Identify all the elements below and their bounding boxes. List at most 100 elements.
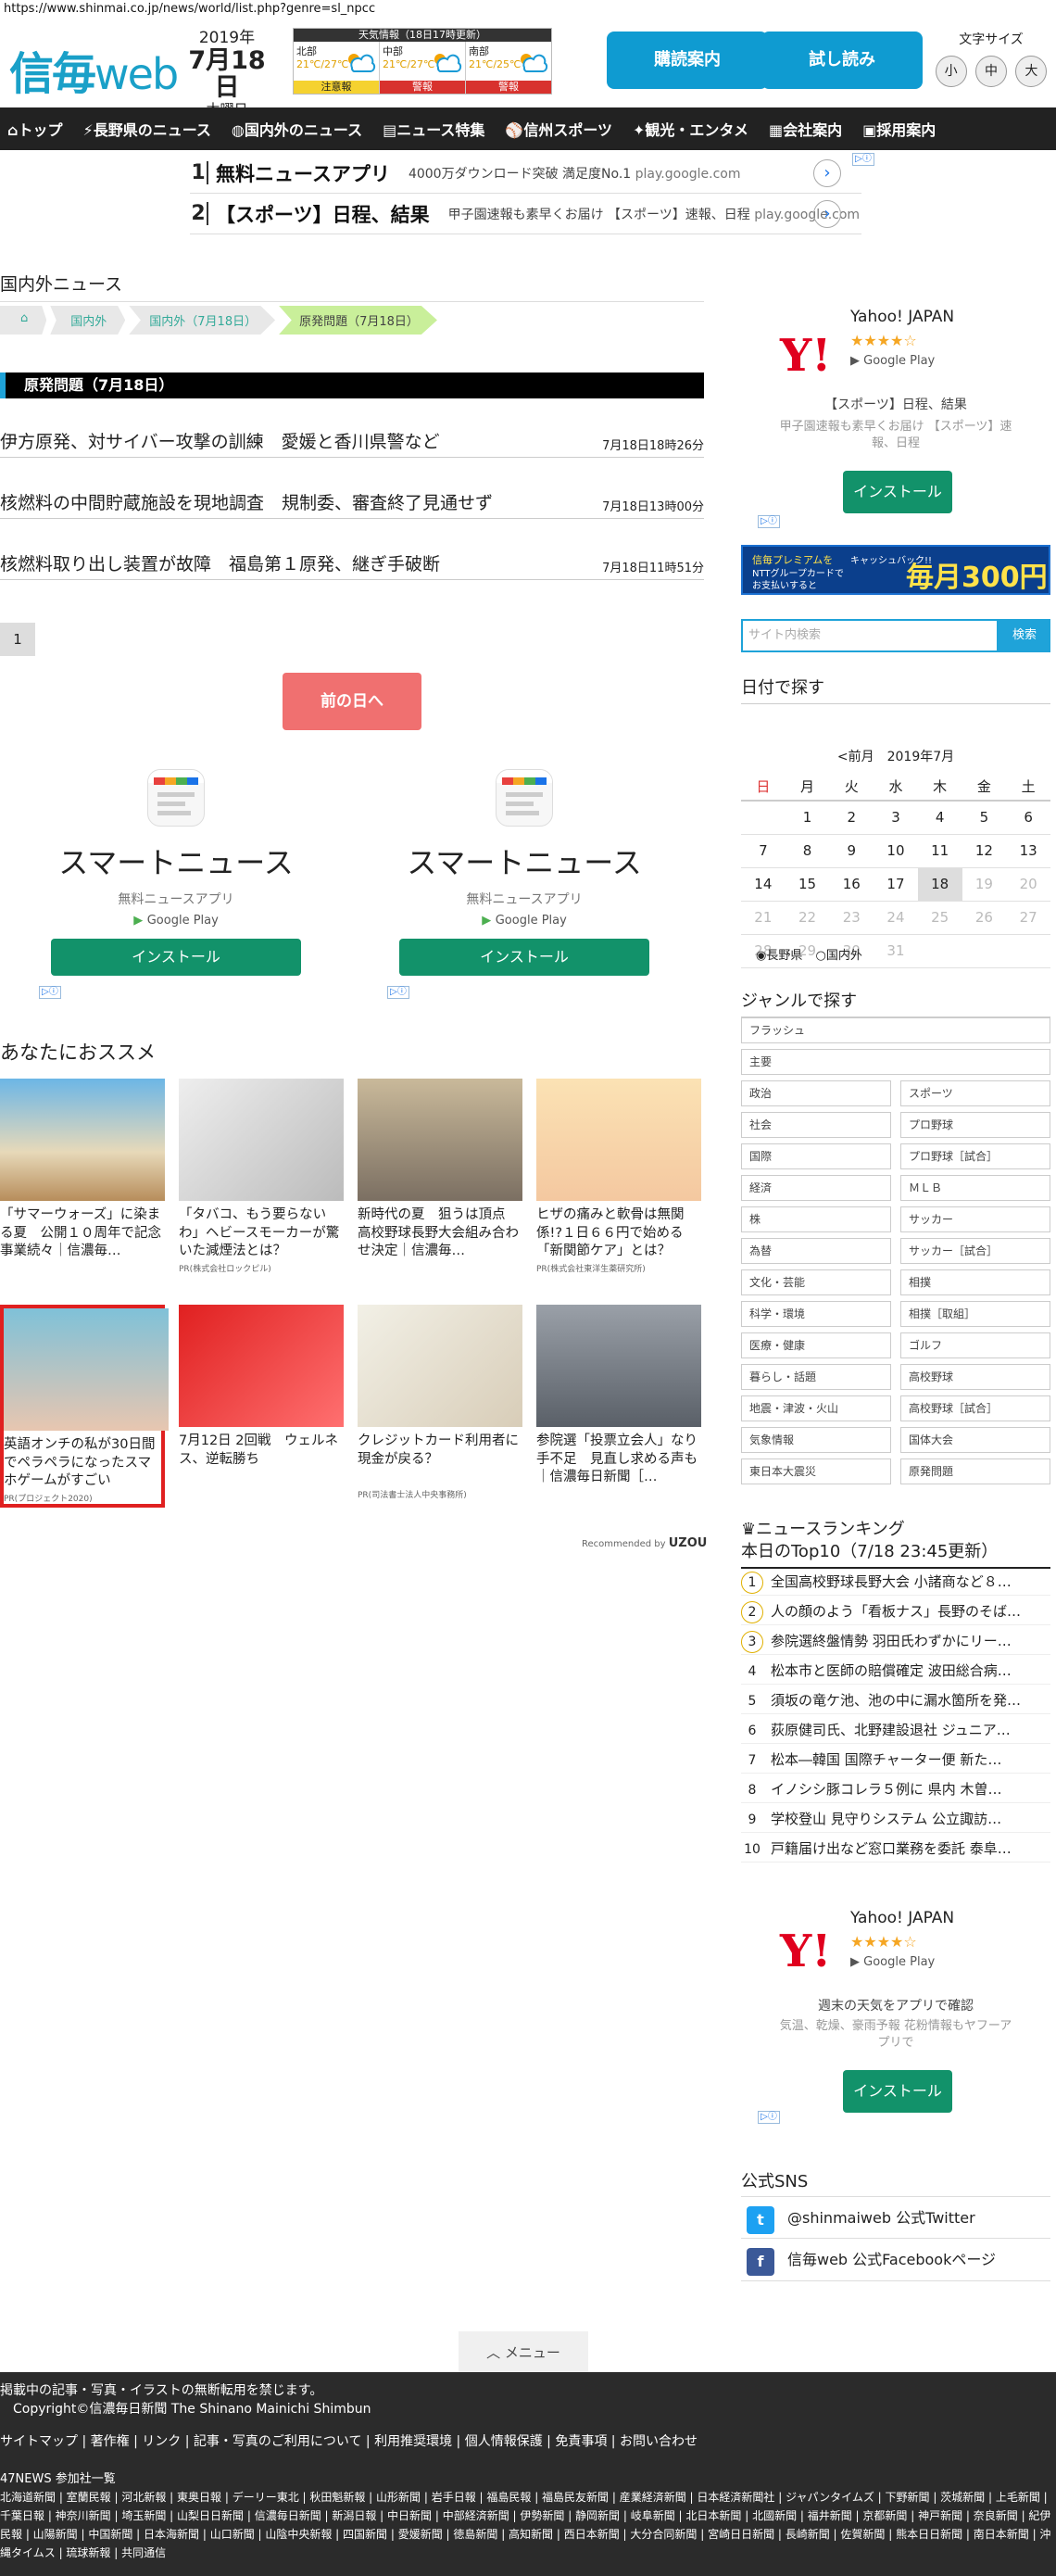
genre-item[interactable]: 高校野球 xyxy=(900,1364,1050,1390)
genre-item[interactable]: サッカー xyxy=(900,1206,1050,1232)
news-headline[interactable]: 核燃料の中間貯蔵施設を現地調査 規制委、審査終了見通せず xyxy=(0,489,493,514)
footer-link[interactable]: 著作権 xyxy=(91,2434,130,2449)
footer-link[interactable]: 免責事項 xyxy=(555,2434,607,2449)
calendar-day[interactable]: 10 xyxy=(874,834,918,868)
footer-link[interactable]: お問い合わせ xyxy=(620,2434,698,2449)
radio-world[interactable]: ○国内外 xyxy=(816,949,862,963)
genre-item[interactable]: 東日本大震災 xyxy=(741,1458,891,1484)
news-headline[interactable]: 核燃料取り出し装置が故障 福島第１原発、継ぎ手破断 xyxy=(0,550,440,575)
recommend-text[interactable]: 英語オンチの私が30日間でペラペラになったスマホゲームがすごい xyxy=(4,1436,161,1490)
adchoices-icon[interactable]: ▷ⓘ xyxy=(758,515,780,528)
genre-item[interactable]: 相撲 xyxy=(900,1269,1050,1295)
calendar-day[interactable]: 17 xyxy=(874,867,918,902)
ranking-item[interactable]: 10 戸籍届け出など窓口業務を委託 泰阜… xyxy=(741,1835,1050,1863)
search-input[interactable]: サイト内検索 xyxy=(741,619,999,652)
side-ad-yahoo-2[interactable]: Y! Yahoo! JAPAN ★★★★☆ ▶ Google Play 週末の天… xyxy=(741,1901,1050,2124)
recommend-text[interactable]: 参院選「投票立会人」なり手不足 見直し求める声も｜信濃毎日新聞［… xyxy=(536,1433,701,1486)
smartnews-ad[interactable]: スマートニュース 無料ニュースアプリ ▶ Google Play インストール xyxy=(37,769,315,976)
genre-item[interactable]: プロ野球 xyxy=(900,1112,1050,1138)
newspaper-list[interactable]: 北海道新聞 | 室蘭民報 | 河北新報 | 東奥日報 | デーリー東北 | 秋田… xyxy=(0,2488,1056,2562)
calendar-day[interactable]: 9 xyxy=(829,834,874,868)
prev-day-button[interactable]: 前の日へ xyxy=(283,673,421,730)
genre-item[interactable]: 医療・健康 xyxy=(741,1332,891,1358)
recommend-card[interactable]: 参院選「投票立会人」なり手不足 見直し求める声も｜信濃毎日新聞［… xyxy=(536,1305,701,1488)
footer-link[interactable]: リンク xyxy=(142,2434,181,2449)
smartnews-ad[interactable]: スマートニュース 無料ニュースアプリ ▶ Google Play インストール xyxy=(385,769,663,976)
ranking-item[interactable]: 4 松本市と医師の賠償確定 波田総合病… xyxy=(741,1657,1050,1685)
calendar-day[interactable]: 7 xyxy=(741,834,786,868)
genre-item[interactable]: 地震・津波・火山 xyxy=(741,1395,891,1421)
install-button[interactable]: インストール xyxy=(843,471,952,513)
site-logo[interactable]: 信毎web xyxy=(9,37,179,102)
ranking-item[interactable]: 9 学校登山 見守りシステム 公立諏訪… xyxy=(741,1805,1050,1833)
ad-row[interactable]: 2 【スポーツ】日程、結果 甲子園速報も素早くお届け 【スポーツ】速報、日程 pla… xyxy=(190,194,861,234)
genre-item[interactable]: 政治 xyxy=(741,1080,891,1106)
recommend-text[interactable]: 「タバコ、もう要らないわ」ヘビースモーカーが驚いた減煙法とは？ xyxy=(179,1206,344,1260)
breadcrumb-item[interactable]: 国内外 xyxy=(50,306,126,335)
recommend-text[interactable]: ヒザの痛みと軟骨は無関係!?１日６６円で始める「新関節ケア」とは？ xyxy=(536,1206,701,1260)
calendar-day[interactable]: 5 xyxy=(962,801,1007,835)
calendar-day[interactable]: 14 xyxy=(741,867,786,902)
trial-button[interactable]: 試し読み xyxy=(761,32,923,89)
genre-item[interactable]: 原発問題 xyxy=(900,1458,1050,1484)
nav-item-2[interactable]: ◍国内外のニュース xyxy=(232,118,362,140)
genre-item[interactable]: 為替 xyxy=(741,1238,891,1264)
calendar-day[interactable]: 12 xyxy=(962,834,1007,868)
calendar-day[interactable]: 18 xyxy=(917,867,962,902)
calendar-day[interactable]: 3 xyxy=(874,801,918,835)
calendar-day[interactable]: 6 xyxy=(1006,801,1050,835)
calendar-day[interactable]: 1 xyxy=(785,801,830,835)
footer-link[interactable]: 記事・写真のご利用について xyxy=(194,2434,362,2449)
recommend-card[interactable]: 7月12日 2回戦 ウェルネス、逆転勝ち xyxy=(179,1305,344,1488)
recommend-card[interactable]: ヒザの痛みと軟骨は無関係!?１日６６円で始める「新関節ケア」とは？ PR(株式会社… xyxy=(536,1079,701,1274)
page-number[interactable]: 1 xyxy=(0,623,35,656)
twitter-link[interactable]: t @shinmaiweb 公式Twitter xyxy=(741,2196,1050,2239)
nav-item-4[interactable]: ⚾信州スポーツ xyxy=(505,118,612,140)
calendar-day[interactable]: 2 xyxy=(829,801,874,835)
calendar-day[interactable]: 8 xyxy=(785,834,830,868)
font-medium-button[interactable]: 中 xyxy=(974,56,1007,87)
genre-item[interactable]: 株 xyxy=(741,1206,891,1232)
breadcrumb-home[interactable]: ⌂ xyxy=(0,306,47,335)
breadcrumb-item[interactable]: 原発問題（7月18日） xyxy=(279,306,437,335)
nav-item-7[interactable]: ▣採用案内 xyxy=(862,118,936,140)
genre-item[interactable]: 国際 xyxy=(741,1143,891,1169)
genre-item[interactable]: スポーツ xyxy=(900,1080,1050,1106)
menu-button[interactable]: ︿ メニュー xyxy=(459,2331,588,2374)
install-button[interactable]: インストール xyxy=(51,939,301,976)
genre-item[interactable]: 暮らし・話題 xyxy=(741,1364,891,1390)
font-large-button[interactable]: 大 xyxy=(1015,56,1048,87)
recommend-card[interactable]: クレジットカード利用者に現金が戻る？ PR(司法書士法人中央事務所) xyxy=(358,1305,522,1500)
calendar-day[interactable]: 13 xyxy=(1006,834,1050,868)
prev-month-link[interactable]: <前月 xyxy=(837,750,874,764)
breadcrumb-item[interactable]: 国内外（7月18日） xyxy=(129,306,276,335)
ranking-item[interactable]: 1 全国高校野球長野大会 小諸商など８… xyxy=(741,1568,1050,1596)
news-item[interactable]: 核燃料取り出し装置が故障 福島第１原発、継ぎ手破断 7月18日11時51分 xyxy=(0,547,704,580)
genre-item[interactable]: 社会 xyxy=(741,1112,891,1138)
news-item[interactable]: 核燃料の中間貯蔵施設を現地調査 規制委、審査終了見通せず 7月18日13時00分 xyxy=(0,486,704,519)
genre-item[interactable]: 相撲［取組］ xyxy=(900,1301,1050,1327)
radio-nagano[interactable]: ◉長野県 xyxy=(756,949,802,963)
chevron-right-icon[interactable]: › xyxy=(813,158,841,187)
weather-widget[interactable]: 天気情報（18日17時更新） 北部 21℃/27℃ 注意報 中部 21℃/27℃ 警報 南部… xyxy=(293,28,552,95)
genre-item[interactable]: 科学・環境 xyxy=(741,1301,891,1327)
ranking-item[interactable]: 7 松本―韓国 国際チャーター便 新た… xyxy=(741,1746,1050,1774)
footer-link[interactable]: 利用推奨環境 xyxy=(374,2434,452,2449)
side-ad-yahoo[interactable]: Y! Yahoo! JAPAN ★★★★☆ ▶ Google Play 【スポー… xyxy=(741,306,1050,519)
recommend-card[interactable]: 「サマーウォーズ」に染まる夏 公開１０周年で記念事業続々｜信濃毎… xyxy=(0,1079,165,1262)
genre-item[interactable]: フラッシュ xyxy=(741,1017,1050,1043)
genre-item[interactable]: 国体大会 xyxy=(900,1427,1050,1453)
adchoices-icon[interactable]: ▷ⓘ xyxy=(758,2111,780,2124)
ranking-item[interactable]: 6 荻原健司氏、北野建設退社 ジュニア… xyxy=(741,1716,1050,1744)
recommend-text[interactable]: クレジットカード利用者に現金が戻る？ xyxy=(358,1433,522,1486)
nav-item-6[interactable]: ▦会社案内 xyxy=(769,118,842,140)
adchoices-icon[interactable]: ▷ⓘ xyxy=(387,986,409,999)
ranking-item[interactable]: 5 須坂の竜ケ池、池の中に漏水箇所を発… xyxy=(741,1686,1050,1714)
chevron-right-icon[interactable]: › xyxy=(813,199,841,228)
ranking-item[interactable]: 8 イノシシ豚コレラ５例に 県内 木曽… xyxy=(741,1775,1050,1803)
adchoices-icon[interactable]: ▷ⓘ xyxy=(852,153,874,166)
calendar-day[interactable]: 11 xyxy=(917,834,962,868)
search-button[interactable]: 検索 xyxy=(999,619,1050,652)
adchoices-icon[interactable]: ▷ⓘ xyxy=(39,986,61,999)
premium-banner[interactable]: 信毎プレミアムを NTTグループカードで お支払いすると 毎月300円 キャッシ… xyxy=(741,545,1050,595)
